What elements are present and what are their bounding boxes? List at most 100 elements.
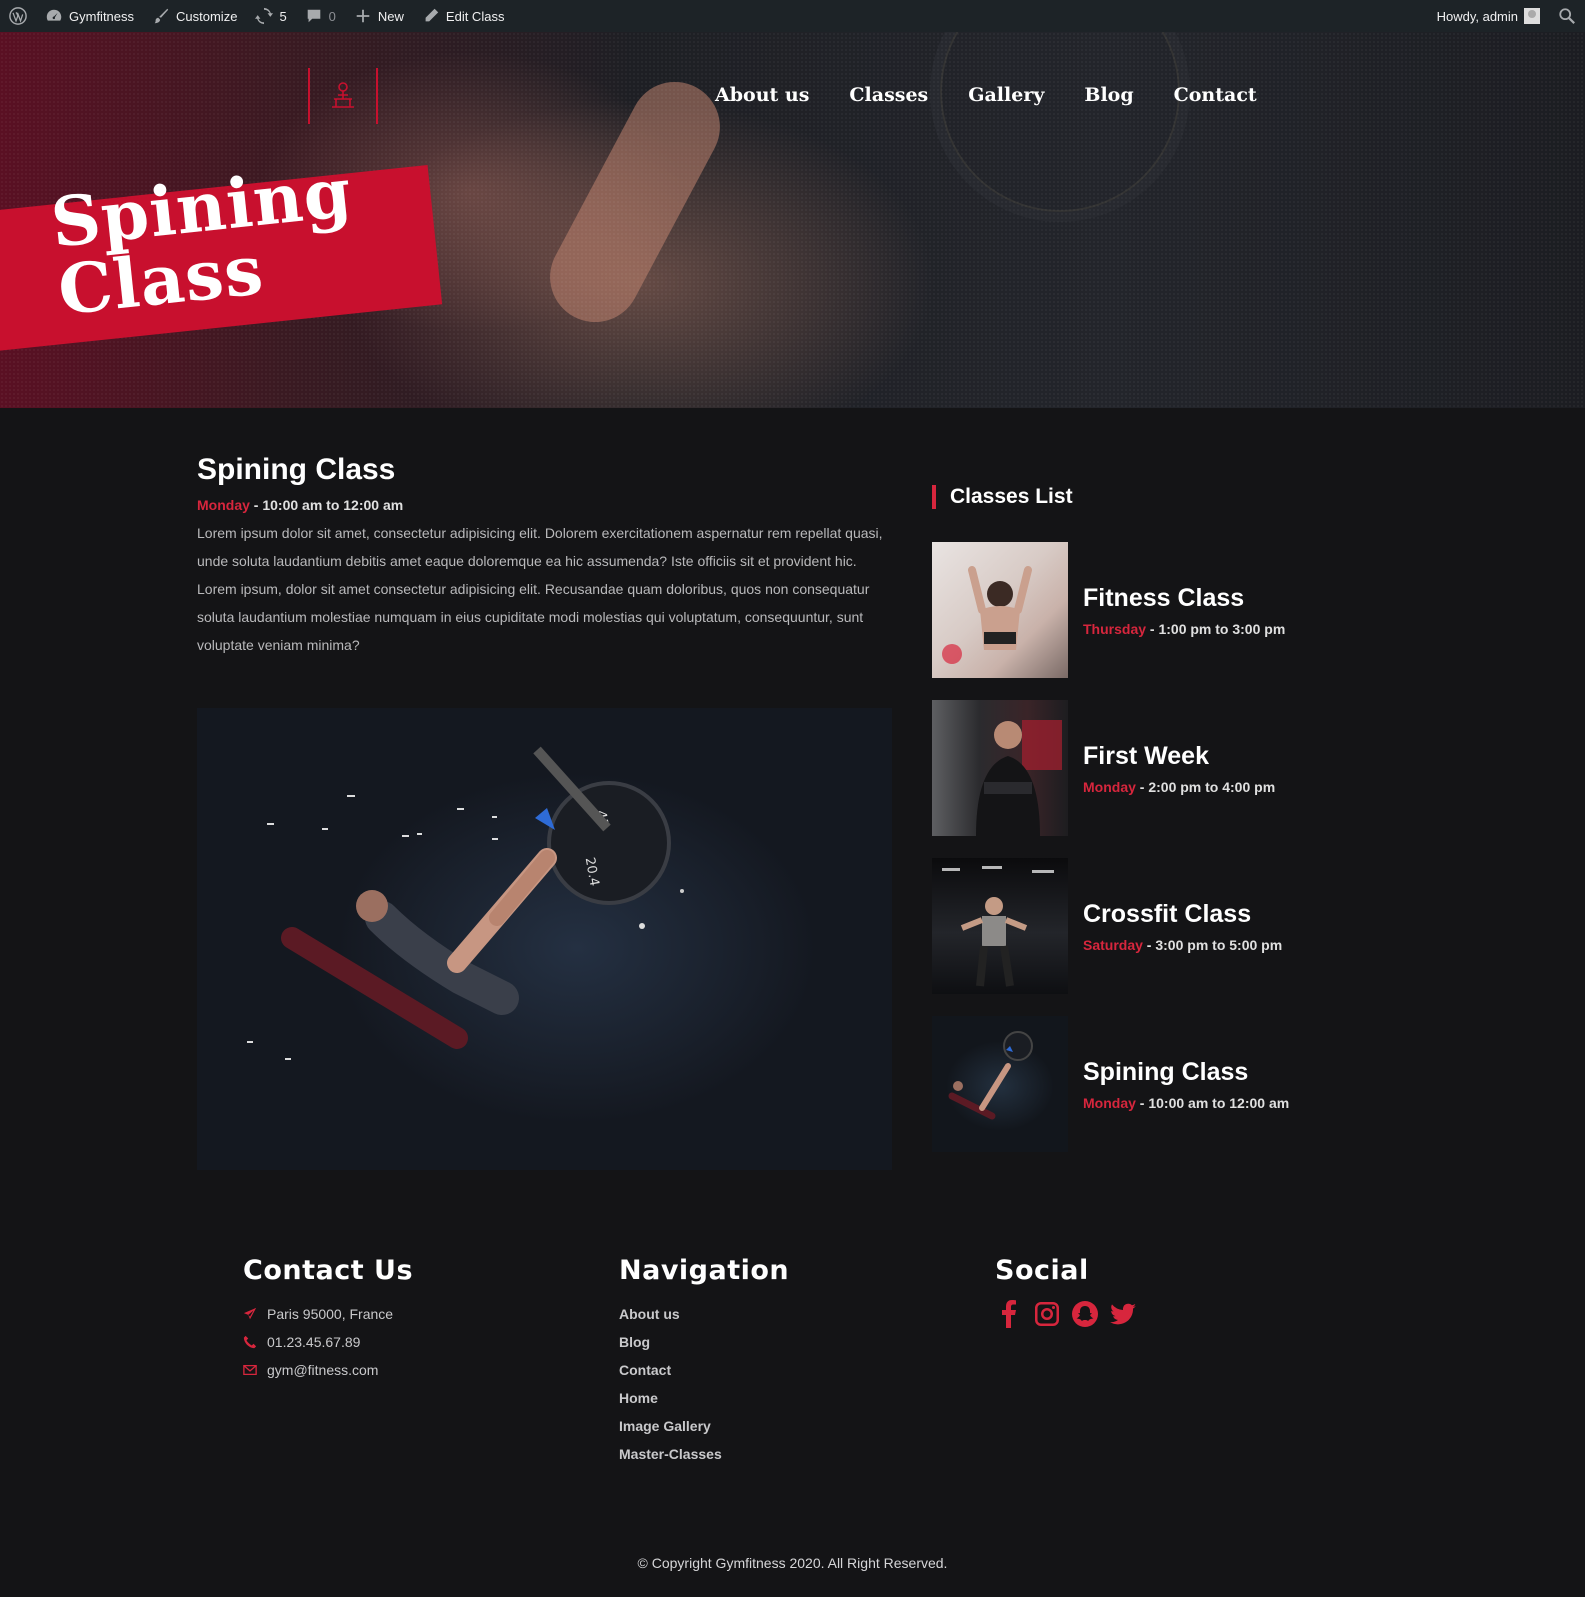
- footer-phone: 01.23.45.67.89: [243, 1328, 413, 1356]
- class-photo-illustration: 45 20.4: [247, 746, 684, 1060]
- dashboard-icon: [46, 9, 62, 21]
- footer-link-blog[interactable]: Blog: [619, 1328, 789, 1356]
- nav-about-us[interactable]: About us: [715, 84, 809, 106]
- class-time: - 1:00 pm to 3:00 pm: [1146, 620, 1286, 637]
- address-text: Paris 95000, France: [267, 1306, 394, 1322]
- footer-link-image-gallery[interactable]: Image Gallery: [619, 1412, 789, 1440]
- main-content: Spining Class Monday - 10:00 am to 12:00…: [0, 408, 1585, 1597]
- site-name: Gymfitness: [69, 8, 135, 24]
- heading-accent-bar: [932, 485, 936, 509]
- nav-contact[interactable]: Contact: [1174, 84, 1257, 106]
- class-description-2: Lorem ipsum, dolor sit amet consectetur …: [197, 581, 870, 653]
- class-list-item[interactable]: Spining Class Monday - 10:00 am to 12:00…: [932, 1015, 1392, 1153]
- twitter-icon[interactable]: [1109, 1300, 1137, 1328]
- comments-link[interactable]: 0: [296, 0, 345, 32]
- footer-contact-title: Contact Us: [243, 1255, 414, 1286]
- class-day: Thursday: [1083, 620, 1147, 637]
- class-time: - 10:00 am to 12:00 am: [249, 497, 404, 513]
- customize-label: Customize: [176, 8, 238, 24]
- phone-text: 01.23.45.67.89: [267, 1334, 361, 1350]
- class-thumbnail[interactable]: [932, 700, 1068, 836]
- class-schedule: Monday - 10:00 am to 12:00 am: [197, 497, 892, 513]
- classes-list-title: Classes List: [950, 485, 1073, 508]
- class-featured-image: 45 20.4: [197, 708, 892, 1170]
- pencil-icon: [425, 8, 439, 24]
- phone-icon: [243, 1335, 257, 1349]
- spining-photo-illustration: [948, 1031, 1033, 1120]
- crossfit-photo-illustration: [942, 866, 1054, 987]
- footer-link-master-classes[interactable]: Master-Classes: [619, 1440, 789, 1468]
- admin-bar: Gymfitness Customize 5 0 New Edit Class …: [0, 0, 1585, 32]
- new-content-link[interactable]: New: [345, 0, 413, 32]
- footer-navigation: Navigation About us Blog Contact Home Im…: [619, 1255, 789, 1468]
- envelope-icon: [243, 1364, 257, 1376]
- class-list-item[interactable]: Crossfit Class Saturday - 3:00 pm to 5:0…: [932, 857, 1392, 995]
- footer-email[interactable]: gym@fitness.com: [243, 1356, 413, 1384]
- customize-link[interactable]: Customize: [143, 0, 246, 32]
- class-day: Monday: [1083, 778, 1136, 795]
- classes-list-sidebar: Classes List Fitness Class Thursday - 1:…: [932, 485, 1392, 1173]
- class-name[interactable]: First Week: [1083, 742, 1275, 771]
- class-article: Spining Class Monday - 10:00 am to 12:00…: [197, 453, 892, 659]
- brush-icon: [154, 8, 169, 24]
- edit-label: Edit Class: [445, 8, 505, 24]
- updates-count: 5: [279, 8, 287, 24]
- email-text[interactable]: gym@fitness.com: [267, 1362, 378, 1378]
- site-name-link[interactable]: Gymfitness: [36, 0, 143, 32]
- class-info: Crossfit Class Saturday - 3:00 pm to 5:0…: [1083, 900, 1282, 953]
- class-info: Spining Class Monday - 10:00 am to 12:00…: [1083, 1058, 1289, 1111]
- plus-icon: [356, 9, 370, 23]
- footer-social: Social: [995, 1255, 1137, 1328]
- footer-address: Paris 95000, France: [243, 1300, 413, 1328]
- class-list-item[interactable]: Fitness Class Thursday - 1:00 pm to 3:00…: [932, 541, 1392, 679]
- comment-icon: [307, 9, 320, 23]
- class-name[interactable]: Fitness Class: [1083, 584, 1285, 613]
- account-menu[interactable]: Howdy, admin: [1428, 0, 1549, 32]
- class-schedule: Monday - 2:00 pm to 4:00 pm: [1083, 779, 1275, 795]
- facebook-icon[interactable]: [995, 1300, 1023, 1328]
- footer-link-home[interactable]: Home: [619, 1384, 789, 1412]
- updates-link[interactable]: 5: [246, 0, 295, 32]
- avatar: [1524, 8, 1540, 24]
- fitness-photo-illustration: [942, 566, 1032, 664]
- class-thumbnail[interactable]: [932, 1016, 1068, 1152]
- class-info: Fitness Class Thursday - 1:00 pm to 3:00…: [1083, 584, 1285, 637]
- gym-logo-icon: [332, 82, 354, 108]
- nav-gallery[interactable]: Gallery: [968, 84, 1044, 106]
- class-schedule: Saturday - 3:00 pm to 5:00 pm: [1083, 937, 1282, 953]
- first-week-photo-illustration: [976, 720, 1062, 836]
- search-icon: [1559, 8, 1575, 24]
- wordpress-icon: [9, 7, 27, 25]
- wordpress-logo-button[interactable]: [0, 0, 36, 32]
- instagram-icon[interactable]: [1033, 1300, 1061, 1328]
- class-thumbnail[interactable]: [932, 542, 1068, 678]
- admin-search-button[interactable]: [1549, 0, 1585, 32]
- site-logo[interactable]: [308, 68, 378, 124]
- refresh-icon: [255, 7, 274, 25]
- nav-classes[interactable]: Classes: [849, 84, 928, 106]
- footer-contact: Contact Us Paris 95000, France 01.23.45.…: [243, 1255, 413, 1384]
- footer-social-title: Social: [995, 1255, 1089, 1286]
- footer-link-contact[interactable]: Contact: [619, 1356, 789, 1384]
- class-name[interactable]: Crossfit Class: [1083, 900, 1282, 929]
- nav-blog[interactable]: Blog: [1084, 84, 1133, 106]
- snapchat-icon[interactable]: [1071, 1300, 1099, 1328]
- main-nav: About us Classes Gallery Blog Contact: [715, 84, 1257, 106]
- class-time: - 10:00 am to 12:00 am: [1135, 1094, 1290, 1111]
- class-name[interactable]: Spining Class: [1083, 1058, 1289, 1087]
- class-info: First Week Monday - 2:00 pm to 4:00 pm: [1083, 742, 1275, 795]
- class-title: Spining Class: [197, 453, 396, 486]
- footer-link-about-us[interactable]: About us: [619, 1300, 789, 1328]
- class-thumbnail[interactable]: [932, 858, 1068, 994]
- social-icons: [995, 1300, 1137, 1328]
- howdy-text: Howdy, admin: [1436, 8, 1518, 24]
- hero-banner: About us Classes Gallery Blog Contact Sp…: [0, 32, 1585, 408]
- edit-class-link[interactable]: Edit Class: [413, 0, 514, 32]
- class-schedule: Thursday - 1:00 pm to 3:00 pm: [1083, 621, 1285, 637]
- paper-plane-icon: [243, 1307, 257, 1320]
- class-time: - 3:00 pm to 5:00 pm: [1142, 936, 1283, 953]
- class-schedule: Monday - 10:00 am to 12:00 am: [1083, 1095, 1289, 1111]
- class-day: Saturday: [1083, 936, 1143, 953]
- class-list-item[interactable]: First Week Monday - 2:00 pm to 4:00 pm: [932, 699, 1392, 837]
- class-day: Monday: [1083, 1094, 1136, 1111]
